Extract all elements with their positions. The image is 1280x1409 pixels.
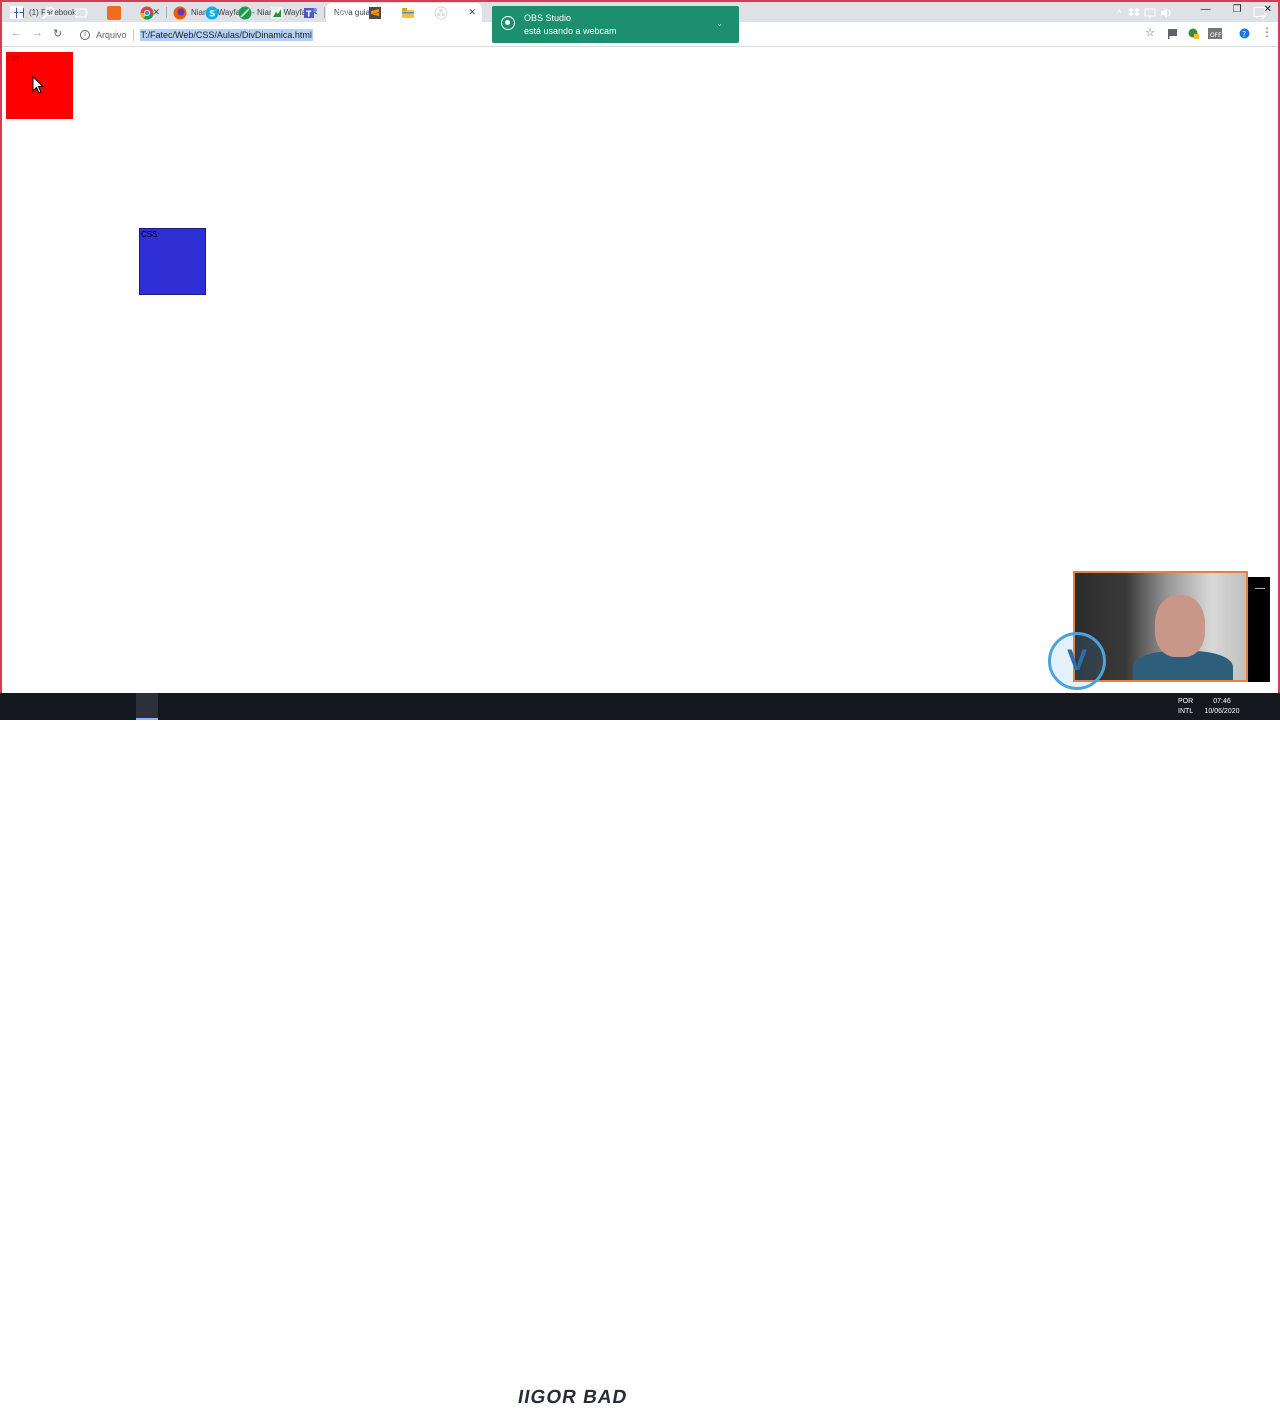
minimize-icon[interactable]: — (1201, 4, 1211, 15)
back-icon[interactable]: ← (11, 27, 22, 39)
menu-icon[interactable]: ⋮ (1261, 25, 1273, 39)
extension-off-icon[interactable]: OFF (1208, 28, 1222, 39)
settings-gear-icon[interactable]: ⚙ (336, 5, 350, 20)
extension-help-icon[interactable]: ? (1239, 28, 1250, 39)
clock-time: 07:46 (1213, 698, 1231, 705)
search-icon[interactable] (42, 6, 56, 20)
chrome-icon[interactable] (140, 6, 154, 20)
scheme-label: Arquivo (96, 29, 127, 40)
notification-message: está usando a webcam (524, 26, 617, 36)
svg-text:5: 5 (1261, 15, 1264, 20)
language-indicator[interactable]: POR INTL (1178, 697, 1193, 717)
tab-separator (324, 7, 325, 18)
extension-shield-icon[interactable] (1188, 28, 1199, 39)
close-icon[interactable]: ✕ (468, 7, 476, 18)
language-code: POR (1178, 698, 1194, 705)
notification-title: OBS Studio (524, 13, 572, 23)
obs-icon[interactable] (434, 6, 448, 20)
mouse-cursor-icon (32, 76, 44, 94)
task-view-icon[interactable] (74, 6, 88, 20)
system-clock[interactable]: 07:46 10/06/2020 (1200, 697, 1244, 717)
svg-text:OFF: OFF (1210, 32, 1222, 39)
url-text[interactable]: T:/Fatec/Web/CSS/Aulas/DivDinamica.html (139, 28, 313, 41)
divider (132, 28, 134, 41)
taskbar: IIGOR BAD (0, 693, 1280, 1408)
blue-div-label: CSS (141, 230, 158, 239)
webcam-icon (501, 16, 515, 30)
keyboard-layout: INTL (1178, 708, 1194, 715)
bookmark-star-icon[interactable]: ☆ (1145, 26, 1155, 39)
network-icon[interactable] (1144, 6, 1156, 20)
teams-icon[interactable]: T (303, 6, 317, 20)
minimize-icon[interactable]: — (1255, 583, 1265, 594)
svg-text:?: ? (1242, 30, 1246, 39)
dropbox-icon[interactable] (1128, 6, 1140, 20)
chevron-up-icon[interactable]: ^ (1112, 6, 1126, 20)
reload-icon[interactable]: ↻ (53, 27, 62, 40)
skype-icon[interactable]: S (205, 6, 219, 20)
restore-icon[interactable]: ❐ (1233, 4, 1242, 15)
sublime-text-icon[interactable] (368, 6, 382, 20)
channel-logo-icon: V (1048, 632, 1106, 690)
active-app-indicator (136, 693, 158, 720)
forward-icon[interactable]: → (32, 27, 43, 39)
svg-text:S: S (209, 10, 215, 20)
blue-div[interactable]: CSS (139, 228, 206, 295)
watermark-text: IIGOR BAD (516, 1387, 630, 1408)
volume-icon[interactable] (1160, 6, 1172, 20)
windows-start-icon[interactable] (10, 6, 24, 20)
webcam-person-head (1155, 595, 1205, 657)
webcam-notification[interactable]: OBS Studio está usando a webcam ⌄ (492, 6, 739, 43)
red-div-label: css (7, 53, 19, 62)
tab-separator (166, 7, 167, 18)
clock-date: 10/06/2020 (1204, 708, 1240, 715)
svg-text:T: T (306, 10, 312, 19)
notifications-icon[interactable]: 5 (1253, 6, 1266, 20)
chevron-down-icon[interactable]: ⌄ (716, 19, 723, 28)
overlay-side-panel: — (1248, 577, 1270, 682)
info-icon[interactable]: i (80, 29, 90, 40)
app-icon-orange[interactable] (107, 6, 121, 20)
spreadsheet-icon[interactable] (270, 6, 284, 20)
file-explorer-icon[interactable] (401, 6, 415, 20)
app-icon-green[interactable] (238, 6, 252, 20)
extension-flag-icon[interactable] (1167, 28, 1178, 39)
firefox-icon[interactable] (173, 6, 187, 20)
